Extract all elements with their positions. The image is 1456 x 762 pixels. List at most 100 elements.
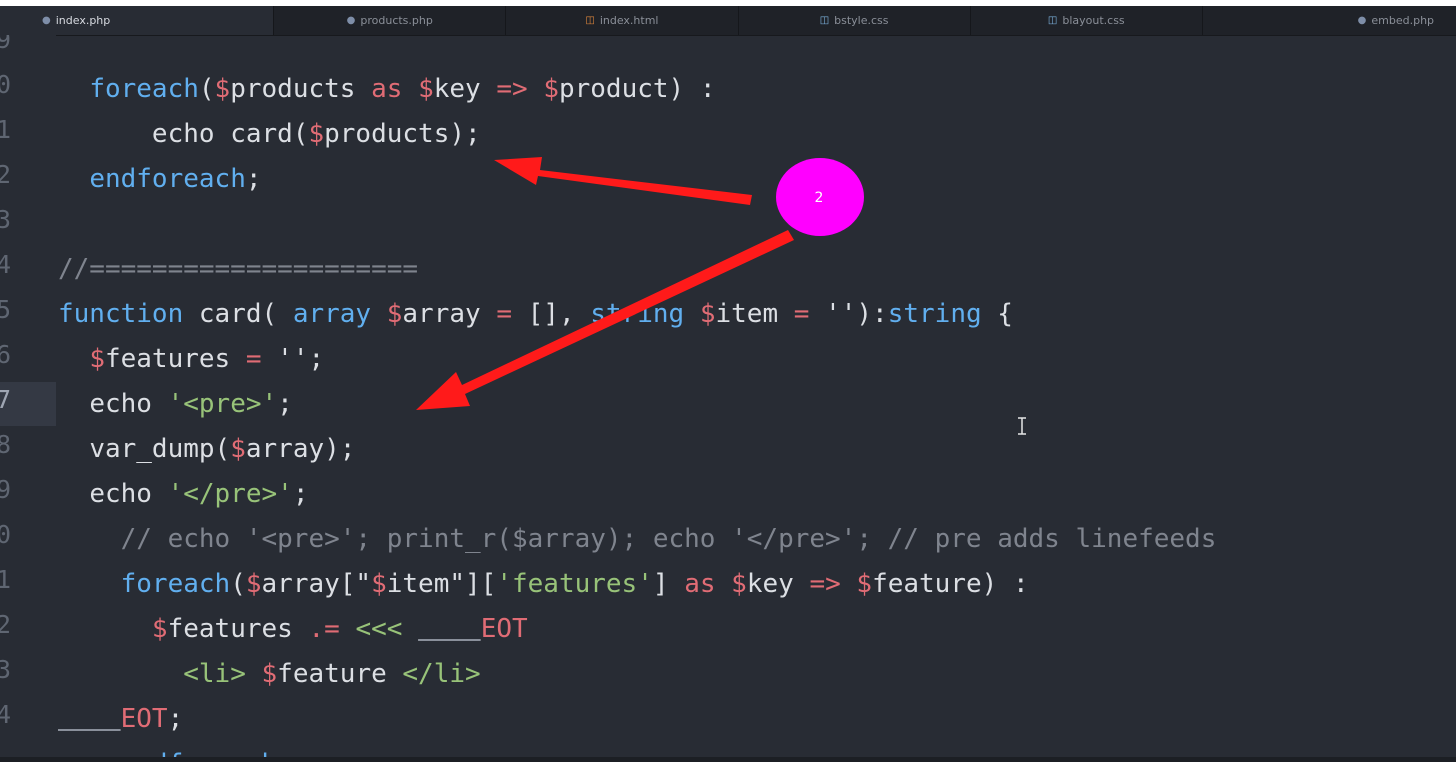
code-token: key — [746, 569, 810, 599]
line-number: 6 — [0, 340, 11, 369]
line-number: 2 — [0, 160, 11, 189]
code-token: array); — [245, 434, 356, 464]
code-token: ''; — [261, 344, 325, 374]
code-line[interactable]: function card( array $array = [], string… — [58, 292, 1013, 337]
code-token: $ — [308, 119, 325, 149]
code-line[interactable]: $features .= <<< EOT — [58, 607, 528, 652]
tab-bar: ● index.php ● products.php ◫ index.html … — [0, 6, 1456, 36]
code-line[interactable]: <li> $feature </li> — [58, 652, 480, 697]
code-token: $ — [245, 569, 262, 599]
code-line[interactable]: EOT; — [58, 697, 184, 742]
line-number: 3 — [0, 205, 11, 234]
code-token: = — [245, 344, 262, 374]
code-line[interactable]: foreach($array["$item"]['features'] as $… — [58, 562, 1029, 607]
php-elephant-icon: ● — [42, 14, 51, 26]
code-line[interactable]: endforeach — [58, 742, 278, 757]
code-token: as — [684, 569, 732, 599]
css3-icon: ◫ — [819, 14, 830, 26]
line-number: 5 — [0, 295, 11, 324]
code-token: ( — [198, 74, 215, 104]
code-token: array — [402, 299, 497, 329]
code-token: function — [58, 299, 184, 329]
code-token: $ — [386, 299, 403, 329]
code-line[interactable]: endforeach; — [58, 157, 262, 202]
code-token: => — [496, 74, 544, 104]
code-token: ''): — [809, 299, 888, 329]
code-token: feature) : — [872, 569, 1029, 599]
tab-index-php[interactable]: ● index.php — [0, 6, 275, 35]
line-number: 4 — [0, 700, 11, 729]
code-token: card( — [183, 299, 293, 329]
tab-embed-php[interactable]: ● embed.php — [1203, 6, 1456, 35]
code-token: $ — [699, 299, 716, 329]
code-token: ; — [277, 389, 293, 419]
code-line[interactable]: echo '</pre>'; — [58, 472, 308, 517]
tab-bstyle-css[interactable]: ◫ bstyle.css — [739, 6, 971, 35]
tab-products-php[interactable]: ● products.php — [274, 6, 507, 35]
code-token: '</pre>' — [167, 479, 293, 509]
code-token: = — [496, 299, 512, 329]
tab-blayout-css[interactable]: ◫ blayout.css — [971, 6, 1203, 35]
code-token: products — [230, 74, 372, 104]
code-line[interactable]: $features = ''; — [58, 337, 324, 382]
line-number: 9 — [0, 35, 11, 54]
line-number: 7 — [0, 385, 11, 414]
css3-icon: ◫ — [1047, 14, 1058, 26]
code-token: ; — [167, 704, 184, 734]
tab-label: index.php — [55, 14, 111, 27]
code-token: array — [292, 299, 372, 329]
code-token: features — [104, 344, 246, 374]
code-token: $ — [371, 569, 387, 599]
code-line[interactable]: echo '<pre>'; — [58, 382, 293, 427]
code-token: foreach — [120, 569, 231, 599]
code-token: { — [981, 299, 1013, 329]
code-line[interactable]: var_dump($array); — [58, 427, 355, 472]
code-token: echo card( — [151, 119, 309, 149]
code-token: = — [793, 299, 810, 329]
code-editor[interactable]: 9012345678901234 foreach($products as $k… — [0, 35, 1456, 757]
php-elephant-icon: ● — [346, 14, 356, 26]
code-token: $ — [151, 614, 168, 644]
tab-label: blayout.css — [1062, 14, 1125, 27]
code-token: products); — [324, 119, 481, 149]
code-line[interactable]: // echo '<pre>'; print_r($array); echo '… — [58, 517, 1217, 562]
text-cursor-icon — [1018, 417, 1026, 435]
code-token: echo — [89, 389, 168, 419]
code-line[interactable]: //===================== — [58, 247, 418, 292]
code-token: string — [887, 299, 982, 329]
line-number: 4 — [0, 250, 11, 279]
code-token: $ — [230, 434, 246, 464]
code-token: ; — [292, 479, 309, 509]
line-number: 1 — [0, 115, 11, 144]
code-token: echo — [89, 479, 168, 509]
code-token: .= — [308, 614, 340, 644]
code-token: //===================== — [58, 254, 419, 284]
tab-index-html[interactable]: ◫ index.html — [506, 6, 739, 35]
code-token: features — [167, 614, 309, 644]
php-elephant-icon: ● — [1357, 14, 1367, 26]
code-token: $ — [856, 569, 873, 599]
line-number: 0 — [0, 520, 11, 549]
code-line[interactable]: foreach($products as $key => $product) : — [58, 67, 715, 112]
bottom-bar — [0, 757, 1456, 762]
code-line[interactable]: echo card($products); — [58, 112, 481, 157]
code-token: $ — [543, 74, 559, 104]
code-token: key — [433, 74, 497, 104]
line-number: 1 — [0, 565, 11, 594]
code-token: <<< — [355, 614, 419, 644]
tab-label: products.php — [360, 14, 433, 27]
code-token: ; — [245, 164, 262, 194]
code-token: // echo '<pre>'; print_r($array); echo '… — [120, 524, 1217, 554]
code-token: EOT — [480, 614, 528, 644]
